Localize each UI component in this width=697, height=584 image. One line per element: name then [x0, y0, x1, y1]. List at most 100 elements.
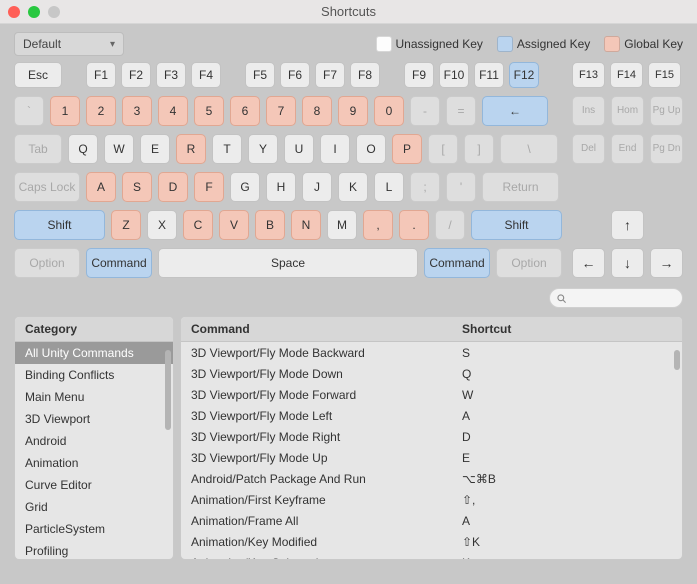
key-8[interactable]: 8: [302, 96, 332, 126]
category-item[interactable]: All Unity Commands: [15, 342, 173, 364]
key-p[interactable]: P: [392, 134, 422, 164]
key-'[interactable]: ': [446, 172, 476, 202]
category-item[interactable]: Android: [15, 430, 173, 452]
command-scrollbar[interactable]: [674, 350, 680, 551]
key-f15[interactable]: F15: [648, 62, 681, 88]
key-←[interactable]: ←: [482, 96, 548, 126]
key-s[interactable]: S: [122, 172, 152, 202]
key-9[interactable]: 9: [338, 96, 368, 126]
key-f6[interactable]: F6: [280, 62, 310, 88]
key-][interactable]: ]: [464, 134, 494, 164]
key-f13[interactable]: F13: [572, 62, 605, 88]
key-e[interactable]: E: [140, 134, 170, 164]
key-command[interactable]: Command: [424, 248, 490, 278]
command-row[interactable]: 3D Viewport/Fly Mode RightD: [181, 426, 682, 447]
key-command[interactable]: Command: [86, 248, 152, 278]
key-tab[interactable]: Tab: [14, 134, 62, 164]
key-[[interactable]: [: [428, 134, 458, 164]
key-m[interactable]: M: [327, 210, 357, 240]
key-shift[interactable]: Shift: [14, 210, 105, 240]
key-arrow-down[interactable]: ↓: [611, 248, 644, 278]
command-row[interactable]: 3D Viewport/Fly Mode UpE: [181, 447, 682, 468]
category-item[interactable]: Profiling: [15, 540, 173, 559]
key-pg-up[interactable]: Pg Up: [650, 96, 683, 126]
command-row[interactable]: Android/Patch Package And Run⌥⌘B: [181, 468, 682, 489]
key-f9[interactable]: F9: [404, 62, 434, 88]
command-list[interactable]: 3D Viewport/Fly Mode BackwardS 3D Viewpor…: [181, 342, 682, 559]
category-item[interactable]: Binding Conflicts: [15, 364, 173, 386]
key-f4[interactable]: F4: [191, 62, 221, 88]
key-t[interactable]: T: [212, 134, 242, 164]
key-z[interactable]: Z: [111, 210, 141, 240]
category-item[interactable]: Curve Editor: [15, 474, 173, 496]
key-f1[interactable]: F1: [86, 62, 116, 88]
key-option[interactable]: Option: [496, 248, 562, 278]
key-pg-dn[interactable]: Pg Dn: [650, 134, 683, 164]
key-f8[interactable]: F8: [350, 62, 380, 88]
key-caps-lock[interactable]: Caps Lock: [14, 172, 80, 202]
key-v[interactable]: V: [219, 210, 249, 240]
key--[interactable]: -: [410, 96, 440, 126]
key-f14[interactable]: F14: [610, 62, 643, 88]
key-f[interactable]: F: [194, 172, 224, 202]
key-option[interactable]: Option: [14, 248, 80, 278]
key-4[interactable]: 4: [158, 96, 188, 126]
key-arrow-up[interactable]: ↑: [611, 210, 644, 240]
key-l[interactable]: L: [374, 172, 404, 202]
command-row[interactable]: Animation/Frame AllA: [181, 510, 682, 531]
key-ins[interactable]: Ins: [572, 96, 605, 126]
key-esc[interactable]: Esc: [14, 62, 62, 88]
command-row[interactable]: Animation/Key SelectedK: [181, 552, 682, 559]
key-/[interactable]: /: [435, 210, 465, 240]
key-2[interactable]: 2: [86, 96, 116, 126]
key-return[interactable]: Return: [482, 172, 559, 202]
key-arrow-left[interactable]: ←: [572, 248, 605, 278]
key-`[interactable]: `: [14, 96, 44, 126]
key-.[interactable]: .: [399, 210, 429, 240]
key-del[interactable]: Del: [572, 134, 605, 164]
key-g[interactable]: G: [230, 172, 260, 202]
key-arrow-right[interactable]: →: [650, 248, 683, 278]
key-1[interactable]: 1: [50, 96, 80, 126]
command-row[interactable]: 3D Viewport/Fly Mode BackwardS: [181, 342, 682, 363]
key-h[interactable]: H: [266, 172, 296, 202]
category-list[interactable]: All Unity CommandsBinding ConflictsMain …: [15, 342, 173, 559]
category-item[interactable]: Grid: [15, 496, 173, 518]
window-minimize-button[interactable]: [28, 6, 40, 18]
key-3[interactable]: 3: [122, 96, 152, 126]
key-f3[interactable]: F3: [156, 62, 186, 88]
key-i[interactable]: I: [320, 134, 350, 164]
key-w[interactable]: W: [104, 134, 134, 164]
key-r[interactable]: R: [176, 134, 206, 164]
window-close-button[interactable]: [8, 6, 20, 18]
key-d[interactable]: D: [158, 172, 188, 202]
key-f10[interactable]: F10: [439, 62, 469, 88]
category-item[interactable]: Animation: [15, 452, 173, 474]
key-k[interactable]: K: [338, 172, 368, 202]
key-=[interactable]: =: [446, 96, 476, 126]
command-row[interactable]: 3D Viewport/Fly Mode LeftA: [181, 405, 682, 426]
key-b[interactable]: B: [255, 210, 285, 240]
key-u[interactable]: U: [284, 134, 314, 164]
category-item[interactable]: Main Menu: [15, 386, 173, 408]
key-\[interactable]: \: [500, 134, 558, 164]
search-input[interactable]: [549, 288, 683, 308]
key-,[interactable]: ,: [363, 210, 393, 240]
command-row[interactable]: 3D Viewport/Fly Mode ForwardW: [181, 384, 682, 405]
key-a[interactable]: A: [86, 172, 116, 202]
key-space[interactable]: Space: [158, 248, 418, 278]
key-0[interactable]: 0: [374, 96, 404, 126]
key-shift[interactable]: Shift: [471, 210, 562, 240]
key-f5[interactable]: F5: [245, 62, 275, 88]
key-5[interactable]: 5: [194, 96, 224, 126]
category-item[interactable]: ParticleSystem: [15, 518, 173, 540]
command-row[interactable]: Animation/Key Modified⇧K: [181, 531, 682, 552]
key-q[interactable]: Q: [68, 134, 98, 164]
category-scrollbar[interactable]: [165, 350, 171, 551]
key-;[interactable]: ;: [410, 172, 440, 202]
key-7[interactable]: 7: [266, 96, 296, 126]
key-f12[interactable]: F12: [509, 62, 539, 88]
category-item[interactable]: 3D Viewport: [15, 408, 173, 430]
key-n[interactable]: N: [291, 210, 321, 240]
key-6[interactable]: 6: [230, 96, 260, 126]
